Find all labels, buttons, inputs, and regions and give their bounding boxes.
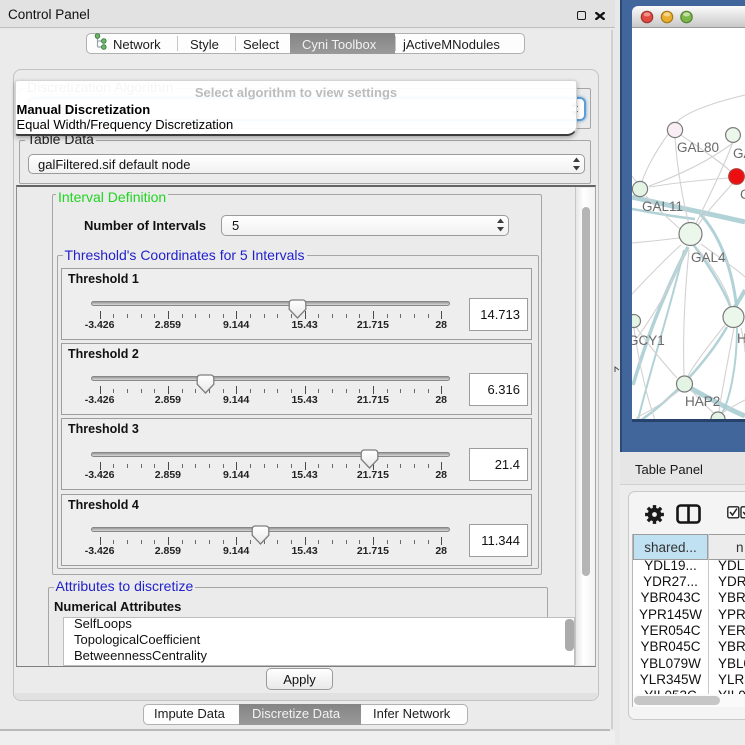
svg-text:GAL4: GAL4 [691, 250, 726, 265]
svg-text:H: H [737, 331, 745, 346]
svg-text:GCY1: GCY1 [632, 333, 665, 348]
svg-text:HAP2: HAP2 [685, 394, 720, 409]
svg-text:GAL11: GAL11 [642, 199, 683, 214]
svg-text:GA: GA [733, 146, 745, 161]
svg-text:CY: CY [740, 187, 745, 202]
svg-text:GAL80: GAL80 [677, 140, 719, 155]
